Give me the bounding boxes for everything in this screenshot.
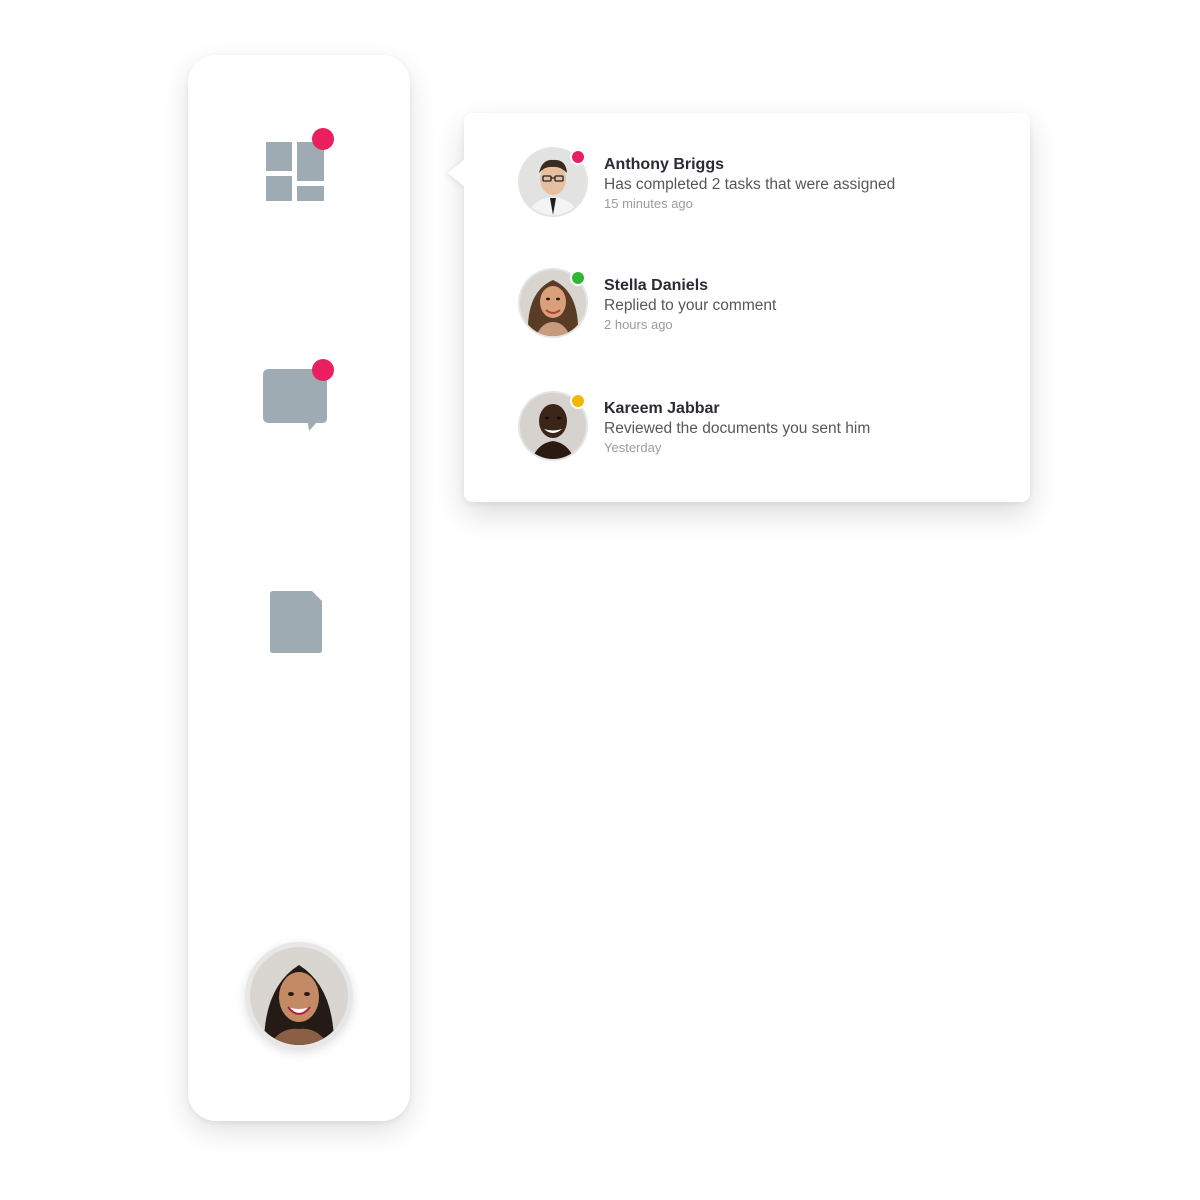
notification-item[interactable]: Anthony Briggs Has completed 2 tasks tha… xyxy=(516,147,996,223)
app-stage: Anthony Briggs Has completed 2 tasks tha… xyxy=(0,0,1200,1200)
notifications-panel: Anthony Briggs Has completed 2 tasks tha… xyxy=(448,113,1030,502)
notification-message: Reviewed the documents you sent him xyxy=(604,420,871,437)
notification-badge xyxy=(312,128,334,150)
notification-item[interactable]: Stella Daniels Replied to your comment 2… xyxy=(516,268,996,344)
user-avatar[interactable] xyxy=(245,942,353,1050)
status-dot xyxy=(570,393,586,409)
notification-time: 15 minutes ago xyxy=(604,196,693,211)
user-photo xyxy=(250,947,348,1045)
notification-time: Yesterday xyxy=(604,440,662,455)
notification-name: Kareem Jabbar xyxy=(604,400,720,417)
notification-name: Stella Daniels xyxy=(604,277,709,294)
sidebar-item-documents[interactable] xyxy=(250,577,340,667)
notification-message: Has completed 2 tasks that were assigned xyxy=(604,176,896,193)
notification-name: Anthony Briggs xyxy=(604,156,724,173)
sidebar-item-messages[interactable] xyxy=(250,352,340,442)
notification-item[interactable]: Kareem Jabbar Reviewed the documents you… xyxy=(516,391,996,467)
status-dot xyxy=(570,149,586,165)
document-icon xyxy=(270,591,322,653)
notification-message: Replied to your comment xyxy=(604,297,777,314)
status-dot xyxy=(570,270,586,286)
notification-badge xyxy=(312,359,334,381)
sidebar-item-dashboard[interactable] xyxy=(250,125,340,215)
panel-pointer xyxy=(448,159,465,187)
notification-time: 2 hours ago xyxy=(604,317,673,332)
